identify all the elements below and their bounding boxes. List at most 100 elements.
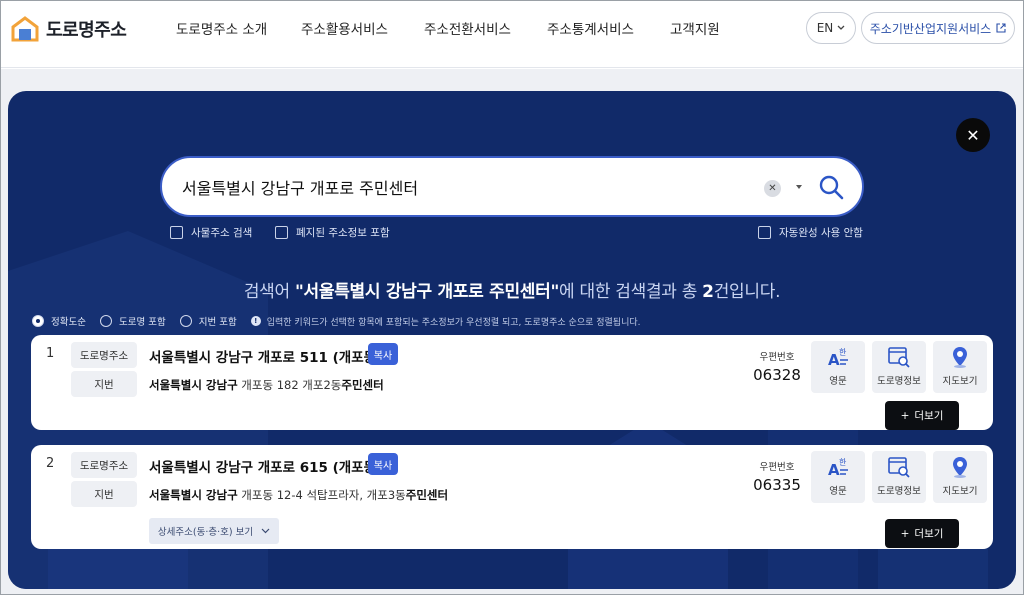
road-info-icon	[888, 347, 910, 368]
lot-address: 서울특별시 강남구 개포동 182 개포2동주민센터	[149, 377, 384, 393]
search-bar: ✕	[160, 156, 864, 217]
road-address: 서울특별시 강남구 개포로 615 (개포동)	[149, 460, 383, 476]
more-button[interactable]: + 더보기	[885, 519, 959, 548]
more-label: 더보기	[914, 528, 944, 540]
autocomplete-off-option[interactable]: 자동완성 사용 안함	[758, 225, 863, 240]
copy-button[interactable]: 복사	[368, 453, 398, 475]
heading-mid: 에 대한 검색결과 총	[559, 282, 703, 302]
english-address-label: 영문	[829, 486, 847, 497]
road-info-button[interactable]: 도로명정보	[872, 341, 926, 393]
road-address-tag: 도로명주소	[71, 342, 137, 368]
include-abolished-label: 폐지된 주소정보 포함	[296, 227, 390, 239]
building-search-option[interactable]: 사물주소 검색	[170, 225, 252, 240]
plus-icon: +	[900, 409, 910, 422]
chevron-down-icon	[837, 25, 845, 30]
caret-down-icon[interactable]	[794, 182, 804, 192]
sort-note: 입력한 키워드가 선택한 항목에 포함되는 주소정보가 우선정렬 되고, 도로명…	[266, 317, 641, 328]
english-address-label: 영문	[829, 376, 847, 387]
building-search-checkbox[interactable]	[170, 226, 183, 239]
svg-text:한: 한	[839, 458, 847, 467]
autocomplete-off-checkbox[interactable]	[758, 226, 771, 239]
nav-item-utilization[interactable]: 주소활용서비스	[301, 18, 388, 38]
language-label: EN	[816, 21, 834, 35]
sort-road-label: 도로명 포함	[118, 317, 166, 328]
close-icon: ✕	[768, 183, 777, 194]
lot-address-detail: 개포동 182 개포2동	[237, 378, 342, 392]
map-pin-icon	[953, 347, 967, 368]
lot-address-keyword: 주민센터	[341, 378, 384, 392]
english-address-button[interactable]: A 한 영문	[811, 341, 865, 393]
external-link-icon	[996, 23, 1006, 33]
house-logo-icon	[10, 15, 40, 43]
road-info-icon	[888, 457, 910, 478]
sort-options: 정확도순 도로명 포함 지번 포함 ! 입력한 키워드가 선택한 항목에 포함되…	[32, 314, 641, 328]
map-view-label: 지도보기	[942, 376, 978, 387]
radio-selected[interactable]	[32, 315, 44, 327]
plus-icon: +	[900, 527, 910, 540]
road-info-button[interactable]: 도로명정보	[872, 451, 926, 503]
logo-text: 도로명주소	[46, 20, 127, 41]
top-header: 도로명주소 도로명주소 소개 주소활용서비스 주소전환서비스 주소통계서비스 고…	[0, 0, 1024, 68]
nav-item-support[interactable]: 고객지원	[670, 18, 720, 38]
autocomplete-off-label: 자동완성 사용 안함	[779, 227, 863, 239]
english-address-button[interactable]: A 한 영문	[811, 451, 865, 503]
include-abolished-checkbox[interactable]	[275, 226, 288, 239]
road-address: 서울특별시 강남구 개포로 511 (개포동)	[149, 350, 383, 366]
sort-road-included[interactable]: 도로명 포함	[99, 314, 166, 328]
more-label: 더보기	[914, 410, 944, 422]
result-item: 1 도로명주소 서울특별시 강남구 개포로 511 (개포동) 복사 지번 서울…	[31, 335, 993, 430]
map-view-label: 지도보기	[942, 486, 978, 497]
zip-code: 06328	[753, 366, 801, 384]
result-item: 2 도로명주소 서울특별시 강남구 개포로 615 (개포동) 복사 지번 서울…	[31, 445, 993, 549]
more-button[interactable]: + 더보기	[885, 401, 959, 430]
map-pin-icon	[953, 457, 967, 478]
detail-address-toggle[interactable]: 상세주소(동·층·호) 보기	[149, 518, 279, 544]
result-summary-heading: 검색어 "서울특별시 강남구 개포로 주민센터"에 대한 검색결과 총 2건입니…	[8, 277, 1016, 302]
sort-lot-included[interactable]: 지번 포함	[179, 314, 237, 328]
nav-item-statistics[interactable]: 주소통계서비스	[547, 18, 634, 38]
lot-address-tag: 지번	[71, 371, 137, 397]
lot-address-tag: 지번	[71, 481, 137, 507]
lot-address-region: 서울특별시 강남구	[149, 488, 238, 502]
close-icon: ✕	[966, 125, 980, 145]
site-logo[interactable]: 도로명주소	[10, 14, 127, 44]
industry-support-label: 주소기반산업지원서비스	[869, 21, 992, 36]
lot-address-keyword: 주민센터	[405, 488, 449, 502]
road-address-tag: 도로명주소	[71, 452, 137, 478]
map-view-button[interactable]: 지도보기	[933, 341, 987, 393]
result-number: 1	[46, 346, 55, 361]
zip-label: 우편번호	[759, 352, 795, 363]
close-modal-button[interactable]: ✕	[956, 118, 990, 152]
sort-lot-label: 지번 포함	[198, 317, 237, 328]
lot-address-detail: 개포동 12-4 석탑프라자, 개포3동	[237, 488, 406, 502]
english-translate-icon: A 한	[828, 458, 848, 479]
chevron-down-icon	[261, 528, 270, 534]
english-translate-icon: A 한	[828, 348, 848, 369]
heading-count: 2	[702, 282, 714, 302]
radio-unselected[interactable]	[179, 315, 192, 327]
result-number: 2	[46, 456, 55, 471]
sort-accuracy[interactable]: 정확도순	[32, 314, 86, 328]
radio-unselected[interactable]	[99, 315, 112, 327]
map-view-button[interactable]: 지도보기	[933, 451, 987, 503]
search-input[interactable]	[182, 170, 742, 204]
sort-accuracy-label: 정확도순	[51, 317, 86, 328]
zip-label: 우편번호	[759, 462, 795, 473]
include-abolished-option[interactable]: 폐지된 주소정보 포함	[275, 225, 390, 240]
building-search-label: 사물주소 검색	[191, 227, 253, 239]
nav-item-intro[interactable]: 도로명주소 소개	[176, 18, 267, 38]
info-icon: !	[250, 316, 261, 326]
industry-support-link[interactable]: 주소기반산업지원서비스	[861, 12, 1015, 44]
svg-text:한: 한	[839, 348, 847, 357]
copy-button[interactable]: 복사	[368, 343, 398, 365]
heading-suffix: 건입니다.	[713, 282, 781, 302]
clear-search-button[interactable]: ✕	[764, 180, 781, 197]
detail-address-label: 상세주소(동·층·호) 보기	[157, 527, 254, 538]
zip-code: 06335	[753, 476, 801, 494]
road-info-label: 도로명정보	[877, 486, 921, 497]
language-selector[interactable]: EN	[806, 12, 856, 44]
lot-address: 서울특별시 강남구 개포동 12-4 석탑프라자, 개포3동주민센터	[149, 487, 448, 503]
road-info-label: 도로명정보	[877, 376, 921, 387]
nav-item-conversion[interactable]: 주소전환서비스	[424, 18, 511, 38]
search-icon[interactable]	[818, 174, 844, 200]
